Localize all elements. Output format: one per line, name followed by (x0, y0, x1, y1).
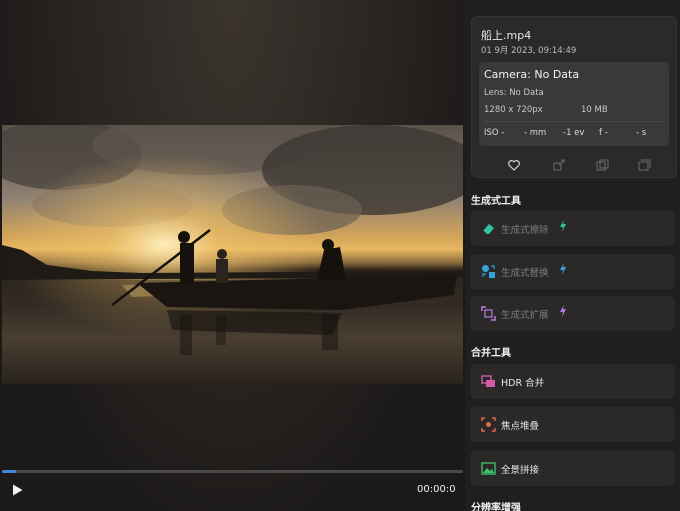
panorama-stitch-button[interactable]: 全景拼接 (470, 451, 675, 486)
copy-button[interactable] (594, 157, 610, 173)
expand-icon (481, 306, 496, 321)
tool-label: HDR 合并 (501, 378, 545, 389)
duplicate-icon (638, 159, 650, 171)
ev-value: -1 ev (563, 128, 585, 138)
tool-label: 全景拼接 (501, 465, 540, 476)
replace-icon (482, 265, 495, 278)
panorama-icon (481, 462, 496, 475)
video-viewer: 00:00:0 (0, 0, 465, 511)
share-button[interactable] (551, 157, 567, 173)
copy-icon (596, 159, 608, 171)
resolution-info: 1280 x 720px (484, 105, 543, 115)
tool-label: 焦点堆叠 (501, 421, 540, 432)
progress-fill (2, 470, 16, 473)
iso-value: ISO - (484, 128, 505, 138)
focus-stack-icon (481, 417, 496, 432)
file-name: 船上.mp4 (481, 29, 532, 42)
shutter-value: - s (636, 128, 647, 138)
tool-label: 生成式替换 (501, 268, 549, 279)
ai-bolt-icon (560, 263, 566, 275)
side-panel: 船上.mp4 01 9月 2023, 09:14:49 Camera: No D… (465, 0, 680, 511)
eraser-icon (482, 224, 494, 235)
tool-label: 生成式扩展 (501, 310, 549, 321)
video-frame[interactable] (2, 125, 463, 384)
hdr-merge-button[interactable]: HDR 合并 (470, 364, 675, 399)
file-info-card: 船上.mp4 01 9月 2023, 09:14:49 Camera: No D… (471, 16, 677, 178)
ai-bolt-icon (560, 220, 566, 232)
video-scene (2, 125, 463, 384)
metadata-box: Camera: No Data Lens: No Data 1280 x 720… (479, 62, 669, 146)
section-title-merge: 合并工具 (471, 348, 511, 359)
file-size: 10 MB (581, 105, 608, 115)
hdr-icon (481, 375, 495, 387)
generative-erase-button[interactable]: 生成式擦除 (470, 211, 675, 246)
time-display: 00:00:0 (417, 484, 456, 495)
play-icon (12, 484, 22, 496)
focal-value: - mm (524, 128, 547, 138)
aperture-value: f - (599, 128, 608, 138)
section-title-generative: 生成式工具 (471, 196, 521, 207)
heart-icon (508, 159, 520, 171)
divider (484, 121, 664, 122)
ai-bolt-icon (560, 305, 566, 317)
section-title-enhance: 分辨率增强 (471, 503, 521, 511)
card-actions (472, 157, 678, 173)
generative-expand-button[interactable]: 生成式扩展 (470, 296, 675, 331)
lens-info: Lens: No Data (484, 88, 544, 98)
camera-info: Camera: No Data (484, 68, 580, 81)
share-icon (553, 159, 565, 171)
duplicate-button[interactable] (636, 157, 652, 173)
focus-stack-button[interactable]: 焦点堆叠 (470, 407, 675, 442)
play-button[interactable] (8, 481, 26, 499)
generative-replace-button[interactable]: 生成式替换 (470, 254, 675, 289)
tool-label: 生成式擦除 (501, 225, 549, 236)
progress-bar[interactable] (2, 470, 463, 473)
file-date: 01 9月 2023, 09:14:49 (481, 46, 577, 56)
favorite-button[interactable] (506, 157, 522, 173)
